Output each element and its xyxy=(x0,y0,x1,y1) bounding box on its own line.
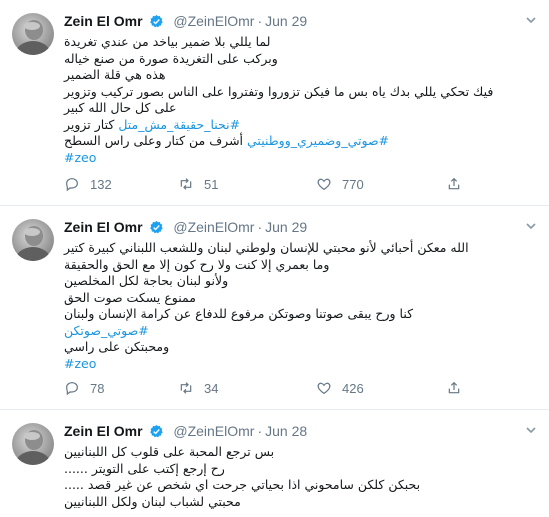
tweet-line: وما بعمري إلا كنت ولا رح كون إلا مع الحق… xyxy=(64,256,330,272)
hashtag-line[interactable]: #صوتي_صوتكن xyxy=(64,323,537,340)
tweet-feed: Zein El Omr @ZeinElOmr · Jun 29 لما يللي ب… xyxy=(0,0,549,517)
tweet-header: Zein El Omr @ZeinElOmr · Jun 28 xyxy=(64,421,537,441)
tweet-line: هذه هي قلة الضمير xyxy=(64,67,166,82)
tweet-header: Zein El Omr @ZeinElOmr · Jun 29 xyxy=(64,217,537,237)
tweet-line: ممنوع يسكت صوت الحق xyxy=(64,289,196,305)
heart-icon xyxy=(317,178,331,191)
tweet-line: ولأنو لبنان بحاجة لكل المخلصين xyxy=(64,273,229,288)
separator-dot: · xyxy=(257,13,263,29)
share-icon xyxy=(448,177,460,190)
retweet-icon xyxy=(180,178,192,190)
share-button[interactable] xyxy=(446,380,472,398)
hashtag-zeo[interactable]: #zeo xyxy=(64,356,537,373)
retweet-count: 51 xyxy=(204,177,219,192)
tweet-text: بس ترجع المحبة على قلوب كل اللبنانيين رح… xyxy=(64,444,537,510)
avatar[interactable] xyxy=(12,219,54,261)
reply-button[interactable]: 78 xyxy=(64,380,104,398)
avatar[interactable] xyxy=(12,13,54,55)
tweet-line: رح إرجع إكتب على التويتر ...... xyxy=(64,460,225,476)
verified-badge-icon xyxy=(149,14,164,29)
tweet-text: الله معكن أحبائي لأنو محبتي للإنسان ولوط… xyxy=(64,240,537,372)
like-button[interactable]: 426 xyxy=(316,380,364,398)
tweet-line: ومحبتكن على راسي xyxy=(64,339,170,354)
chevron-down-icon[interactable] xyxy=(525,14,537,26)
share-button[interactable] xyxy=(446,176,472,194)
tweet-line: بحبكن كلكن سامحوني اذا بحياتي جرحت اي شخ… xyxy=(64,477,421,492)
retweet-button[interactable]: 34 xyxy=(178,380,218,398)
tweet-date[interactable]: Jun 29 xyxy=(265,13,307,29)
reply-count: 132 xyxy=(90,177,112,192)
reply-button[interactable]: 132 xyxy=(64,176,112,194)
reply-count: 78 xyxy=(90,381,105,396)
tweet-line: على كل حال الله كبير xyxy=(64,100,177,115)
author-handle[interactable]: @ZeinElOmr xyxy=(173,219,254,235)
hashtag-line[interactable]: #نحنا_حقيقة_مش_متل كتار تزوير xyxy=(64,117,537,134)
tweet-text: لما يللي بلا ضمير بياخد من عندي تغريدة و… xyxy=(64,34,537,166)
share-icon xyxy=(448,381,460,394)
reply-icon xyxy=(66,382,78,396)
author-name[interactable]: Zein El Omr xyxy=(64,423,143,439)
like-button[interactable]: 770 xyxy=(316,176,364,194)
author-name[interactable]: Zein El Omr xyxy=(64,219,143,235)
tweet[interactable]: Zein El Omr @ZeinElOmr · Jun 29 الله معكن … xyxy=(0,206,549,410)
tweet-header: Zein El Omr @ZeinElOmr · Jun 29 xyxy=(64,11,537,31)
avatar[interactable] xyxy=(12,423,54,465)
tweet-line: كنا ورح يبقى صوتنا وصوتكن مرفوع للدفاع ع… xyxy=(64,306,414,321)
tweet-line: محبتي لشباب لبنان ولكل اللبنانيين xyxy=(64,493,241,509)
separator-dot: · xyxy=(257,423,263,439)
tweet-line: الله معكن أحبائي لأنو محبتي للإنسان ولوط… xyxy=(64,240,469,255)
reply-icon xyxy=(66,178,78,192)
hashtag-zeo[interactable]: #zeo xyxy=(64,150,537,167)
tweet-line: فيك تحكي يللي بدك ياه بس ما فيكن تزوروا … xyxy=(64,83,494,99)
retweet-count: 34 xyxy=(204,381,219,396)
author-name[interactable]: Zein El Omr xyxy=(64,13,143,29)
tweet-date[interactable]: Jun 28 xyxy=(265,423,307,439)
tweet-line: بس ترجع المحبة على قلوب كل اللبنانيين xyxy=(64,444,275,459)
verified-badge-icon xyxy=(149,220,164,235)
heart-icon xyxy=(317,382,331,395)
retweet-icon xyxy=(180,382,192,394)
tweet-line: وبركب على التغريدة صورة من صنع خياله xyxy=(64,50,278,66)
tweet[interactable]: Zein El Omr @ZeinElOmr · Jun 28 بس ترجع ال… xyxy=(0,410,549,517)
tweet-date[interactable]: Jun 29 xyxy=(265,219,307,235)
tweet-actions: 78 34 426 xyxy=(64,380,484,398)
chevron-down-icon[interactable] xyxy=(525,220,537,232)
author-handle[interactable]: @ZeinElOmr xyxy=(173,13,254,29)
tweet-line: لما يللي بلا ضمير بياخد من عندي تغريدة xyxy=(64,34,271,49)
like-count: 770 xyxy=(342,177,364,192)
chevron-down-icon[interactable] xyxy=(525,424,537,436)
like-count: 426 xyxy=(342,381,364,396)
verified-badge-icon xyxy=(149,424,164,439)
hashtag-line[interactable]: #صوتي_وضميري_ووطنيتي أشرف من كتار وعلى ر… xyxy=(64,133,537,150)
retweet-button[interactable]: 51 xyxy=(178,176,218,194)
tweet-actions: 132 51 770 xyxy=(64,176,484,194)
author-handle[interactable]: @ZeinElOmr xyxy=(173,423,254,439)
separator-dot: · xyxy=(257,219,263,235)
tweet[interactable]: Zein El Omr @ZeinElOmr · Jun 29 لما يللي ب… xyxy=(0,0,549,206)
